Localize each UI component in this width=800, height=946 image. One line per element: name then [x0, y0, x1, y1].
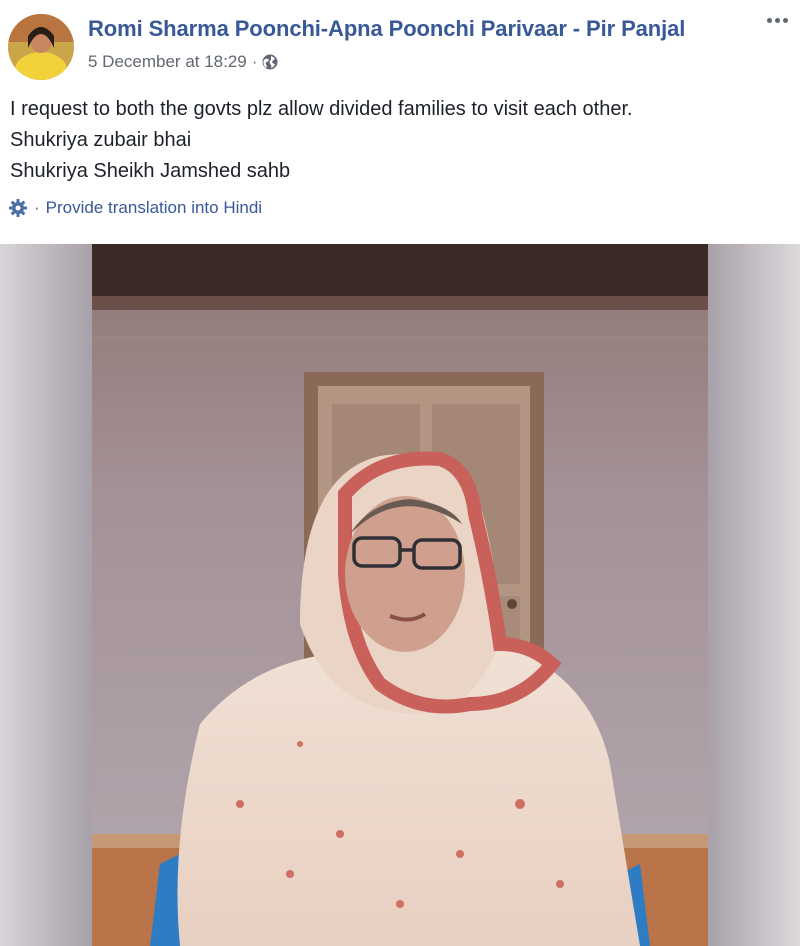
post-video[interactable] — [0, 244, 800, 946]
message-line: Shukriya Sheikh Jamshed sahb — [10, 160, 291, 182]
more-options-icon[interactable] — [762, 10, 792, 30]
globe-icon[interactable] — [261, 53, 279, 71]
translation-separator: · — [34, 198, 40, 217]
video-frame — [0, 244, 800, 946]
facebook-post: Romi Sharma Poonchi-Apna Poonchi Parivaa… — [0, 0, 800, 946]
author-name[interactable]: Romi Sharma Poonchi-Apna Poonchi Parivaa… — [88, 16, 685, 42]
dot — [766, 17, 772, 23]
post-message: I request to both the govts plz allow di… — [10, 94, 790, 187]
message-line: I request to both the govts plz allow di… — [10, 98, 633, 120]
gear-icon — [9, 199, 27, 217]
author-avatar[interactable] — [8, 14, 74, 80]
post-meta: 5 December at 18:29 · — [88, 52, 279, 72]
meta-separator: · — [251, 52, 258, 71]
dot — [774, 17, 780, 23]
message-line: Shukriya zubair bhai — [10, 129, 192, 151]
translation-link[interactable]: Provide translation into Hindi — [46, 198, 262, 218]
dot — [782, 17, 788, 23]
post-timestamp[interactable]: 5 December at 18:29 — [88, 52, 247, 72]
translation-row: · Provide translation into Hindi — [8, 198, 262, 218]
post-header: Romi Sharma Poonchi-Apna Poonchi Parivaa… — [0, 0, 800, 90]
